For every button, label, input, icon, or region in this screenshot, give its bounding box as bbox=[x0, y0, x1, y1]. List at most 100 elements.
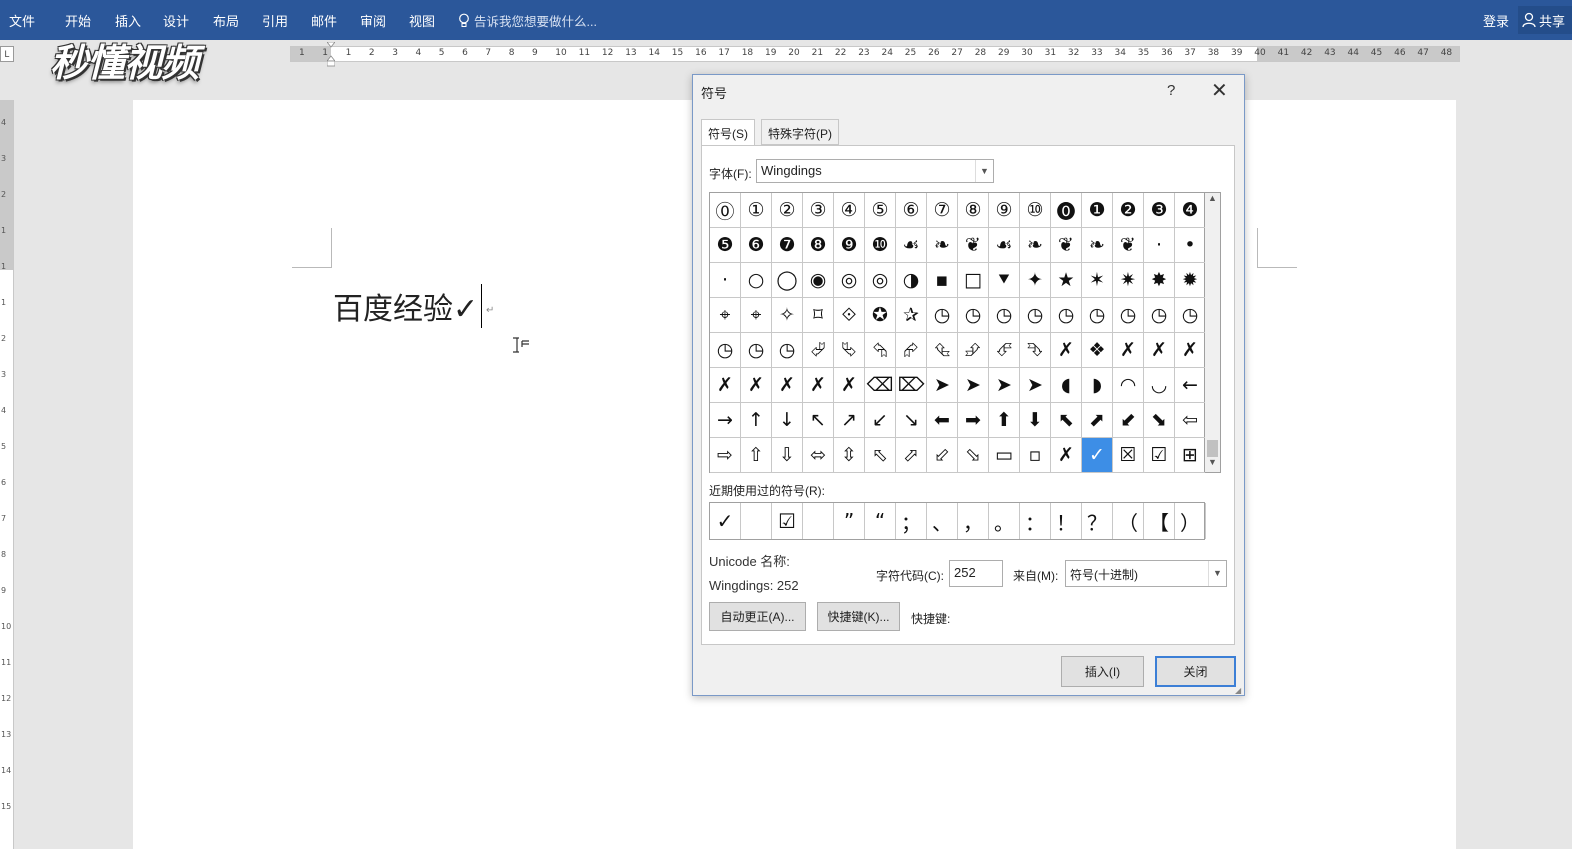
from-dropdown[interactable]: 符号(十进制) ▼ bbox=[1065, 560, 1227, 587]
symbol-cell[interactable]: ◯ bbox=[772, 263, 803, 298]
menu-design[interactable]: 设计 bbox=[163, 11, 189, 30]
recent-symbol-cell[interactable]: 【 bbox=[1144, 503, 1175, 539]
symbol-cell[interactable]: ◑ bbox=[896, 263, 927, 298]
symbol-cell[interactable]: ⇦ bbox=[1175, 403, 1206, 438]
tell-me-search[interactable]: 告诉我您想要做什么... bbox=[458, 11, 597, 30]
symbol-cell[interactable]: ✪ bbox=[865, 298, 896, 333]
recent-symbol-cell[interactable] bbox=[741, 503, 772, 539]
symbol-cell[interactable]: ⌦ bbox=[896, 368, 927, 403]
chevron-down-icon[interactable]: ▼ bbox=[1208, 561, 1226, 586]
symbol-cell[interactable]: · bbox=[710, 263, 741, 298]
recent-symbol-cell[interactable]: ， bbox=[958, 503, 989, 539]
symbol-cell[interactable]: ✗ bbox=[1144, 333, 1175, 368]
symbol-cell[interactable]: ✗ bbox=[1175, 333, 1206, 368]
symbol-cell[interactable]: ✗ bbox=[1051, 333, 1082, 368]
symbol-cell[interactable]: ☙ bbox=[896, 228, 927, 263]
symbol-cell[interactable]: ⮷ bbox=[1020, 333, 1051, 368]
symbol-cell[interactable]: ◡ bbox=[1144, 368, 1175, 403]
symbol-cell[interactable]: · bbox=[1144, 228, 1175, 263]
symbol-cell[interactable]: ❿ bbox=[865, 228, 896, 263]
symbol-cell[interactable]: ⑤ bbox=[865, 193, 896, 228]
vertical-ruler[interactable]: 4 3 2 1 1 1 2 3 4 5 6 7 8 9 10 11 12 13 14 15 bbox=[0, 100, 14, 849]
recent-symbol-cell[interactable] bbox=[803, 503, 834, 539]
symbol-cell[interactable]: ❶ bbox=[1082, 193, 1113, 228]
symbol-cell[interactable]: ⇩ bbox=[772, 438, 803, 473]
symbol-cell[interactable]: ⮳ bbox=[896, 333, 927, 368]
symbol-cell[interactable]: ⬇ bbox=[1020, 403, 1051, 438]
help-icon[interactable]: ? bbox=[1167, 82, 1175, 99]
symbol-cell[interactable]: ③ bbox=[803, 193, 834, 228]
symbol-cell[interactable]: ◷ bbox=[1175, 298, 1206, 333]
shortcut-key-button[interactable]: 快捷键(K)... bbox=[817, 602, 900, 631]
symbol-cell[interactable]: ◎ bbox=[865, 263, 896, 298]
symbol-cell[interactable]: ★ bbox=[1051, 263, 1082, 298]
tab-symbols[interactable]: 符号(S) bbox=[701, 119, 755, 146]
menu-mailings[interactable]: 邮件 bbox=[311, 11, 337, 30]
symbol-cell[interactable]: → bbox=[710, 403, 741, 438]
close-icon[interactable]: ✕ bbox=[1211, 78, 1228, 103]
symbol-cell[interactable]: ❽ bbox=[803, 228, 834, 263]
symbol-cell[interactable]: ➤ bbox=[927, 368, 958, 403]
symbol-cell[interactable]: ↙ bbox=[865, 403, 896, 438]
symbol-cell[interactable]: ○ bbox=[741, 263, 772, 298]
symbol-cell[interactable]: ◖ bbox=[1051, 368, 1082, 403]
symbol-cell[interactable]: ✦ bbox=[1020, 263, 1051, 298]
symbol-cell[interactable]: ⮱ bbox=[834, 333, 865, 368]
symbol-cell[interactable]: ☙ bbox=[989, 228, 1020, 263]
document-text[interactable]: 百度经验✓ bbox=[333, 284, 478, 328]
symbol-cell[interactable]: ❸ bbox=[1144, 193, 1175, 228]
symbol-cell[interactable]: ⌖ bbox=[741, 298, 772, 333]
symbol-cell[interactable]: ➤ bbox=[958, 368, 989, 403]
symbol-cell[interactable]: ❼ bbox=[772, 228, 803, 263]
symbol-cell[interactable]: ⬀ bbox=[896, 438, 927, 473]
symbol-cell[interactable]: ☑ bbox=[1144, 438, 1175, 473]
symbol-cell[interactable]: ⑨ bbox=[989, 193, 1020, 228]
symbol-cell[interactable]: ⓪ bbox=[710, 193, 741, 228]
share-button[interactable]: 共享 bbox=[1518, 6, 1572, 34]
symbol-cell[interactable]: ▪ bbox=[927, 263, 958, 298]
symbol-cell[interactable]: □ bbox=[958, 263, 989, 298]
recent-symbol-cell[interactable]: “ bbox=[865, 503, 896, 539]
symbol-cell[interactable]: ⮵ bbox=[958, 333, 989, 368]
symbol-cell[interactable]: ⇳ bbox=[834, 438, 865, 473]
symbol-cell[interactable]: ◷ bbox=[741, 333, 772, 368]
recent-symbol-cell[interactable]: ） bbox=[1175, 503, 1206, 539]
recent-symbol-cell[interactable]: ✓ bbox=[710, 503, 741, 539]
symbol-cell[interactable]: ⬃ bbox=[927, 438, 958, 473]
recent-symbol-cell[interactable]: 、 bbox=[927, 503, 958, 539]
menu-review[interactable]: 审阅 bbox=[360, 11, 386, 30]
symbol-cell[interactable]: ☒ bbox=[1113, 438, 1144, 473]
symbol-cell[interactable]: ◷ bbox=[1082, 298, 1113, 333]
symbol-cell[interactable]: ⯆ bbox=[989, 263, 1020, 298]
symbol-cell[interactable]: ➤ bbox=[1020, 368, 1051, 403]
menu-insert[interactable]: 插入 bbox=[115, 11, 141, 30]
symbol-cell[interactable]: ◷ bbox=[772, 333, 803, 368]
symbol-cell[interactable]: ↓ bbox=[772, 403, 803, 438]
symbol-grid[interactable]: ⓪ ① ② ③ ④ ⑤ ⑥ ⑦ ⑧ ⑨ ⑩ ⓿ ❶ ❷ ❸ ❹ ❺ ❻ ❼ ❽ ❾ ❿ ☙ ❧ ❦ ☙ ❧ ❦ ❧ ❦ · • · ○ ◯ ◉ ◎ ◎ ◑ ▪… bbox=[709, 192, 1206, 473]
symbol-cell[interactable]: ⮶ bbox=[989, 333, 1020, 368]
chevron-down-icon[interactable]: ▼ bbox=[975, 160, 993, 182]
menu-view[interactable]: 视图 bbox=[409, 11, 435, 30]
symbol-cell[interactable]: ◷ bbox=[927, 298, 958, 333]
symbol-cell[interactable]: ⟐ bbox=[834, 298, 865, 333]
symbol-cell[interactable]: ⬈ bbox=[1082, 403, 1113, 438]
symbol-cell[interactable]: ❾ bbox=[834, 228, 865, 263]
login-link[interactable]: 登录 bbox=[1483, 11, 1509, 30]
symbol-cell[interactable]: ❧ bbox=[927, 228, 958, 263]
symbol-cell[interactable]: ⮴ bbox=[927, 333, 958, 368]
symbol-cell[interactable]: ↘ bbox=[896, 403, 927, 438]
symbol-cell[interactable]: ❧ bbox=[1082, 228, 1113, 263]
symbol-cell[interactable]: ❺ bbox=[710, 228, 741, 263]
recent-symbol-cell[interactable]: ； bbox=[896, 503, 927, 539]
symbol-cell[interactable]: ❹ bbox=[1175, 193, 1206, 228]
recent-symbols[interactable]: ✓ ☑ ” “；、，。：！？（【） bbox=[709, 502, 1206, 540]
recent-symbol-cell[interactable]: ： bbox=[1020, 503, 1051, 539]
symbol-cell[interactable]: ↑ bbox=[741, 403, 772, 438]
symbol-cell[interactable]: ✹ bbox=[1175, 263, 1206, 298]
symbol-cell[interactable]: ← bbox=[1175, 368, 1206, 403]
symbol-cell[interactable]: ⬅ bbox=[927, 403, 958, 438]
symbol-cell[interactable]: ◷ bbox=[1144, 298, 1175, 333]
symbol-cell[interactable]: ⬁ bbox=[865, 438, 896, 473]
symbol-cell[interactable]: ◷ bbox=[1020, 298, 1051, 333]
autocorrect-button[interactable]: 自动更正(A)... bbox=[709, 602, 806, 631]
